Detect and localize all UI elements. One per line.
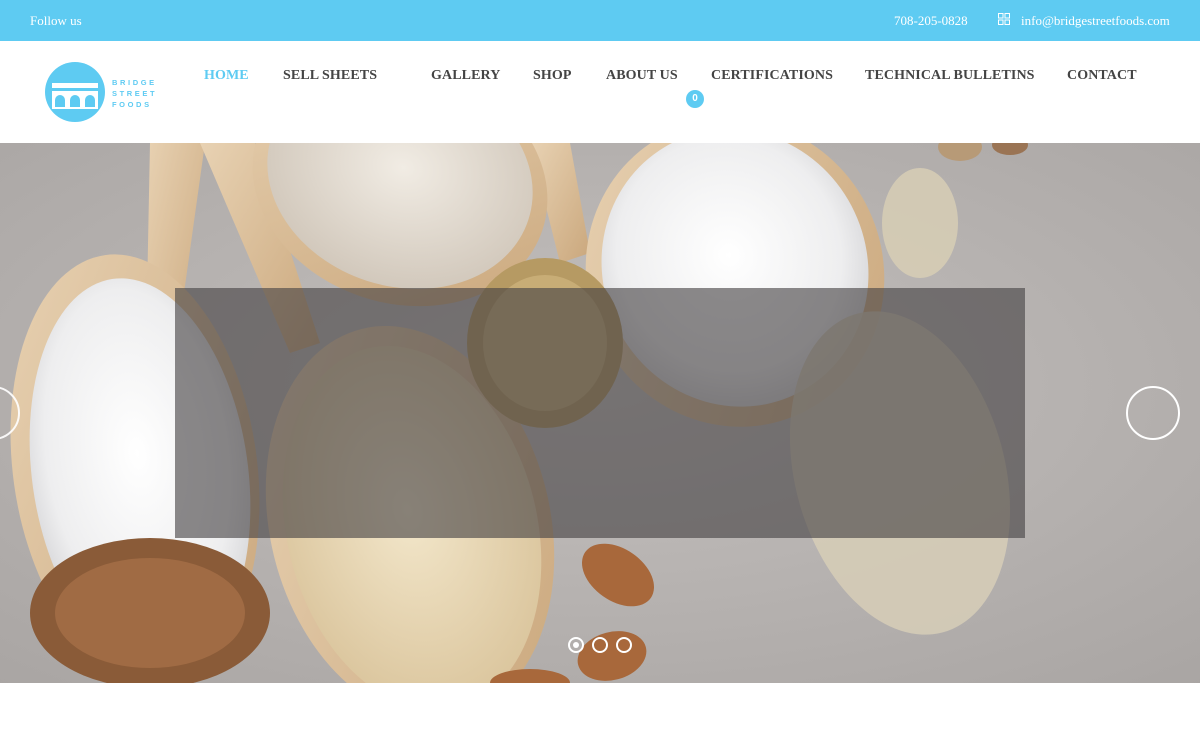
nav-technical-bulletins[interactable]: TECHNICAL BULLETINS — [865, 68, 1035, 84]
email-link[interactable]: info@bridgestreetfoods.com — [1021, 13, 1170, 29]
site-header: BRIDGE STREET FOODS HOME SELL SHEETS GAL… — [0, 41, 1200, 143]
slider-dot-1[interactable] — [568, 637, 584, 653]
next-arrow-circle-icon[interactable] — [1126, 386, 1180, 440]
slider-dot-2[interactable] — [592, 637, 608, 653]
cart-count-badge[interactable]: 0 — [686, 90, 704, 108]
nav-home[interactable]: HOME — [204, 68, 249, 84]
nav-sell-sheets[interactable]: SELL SHEETS — [283, 68, 377, 84]
logo-line-2: STREET — [112, 89, 158, 98]
mail-icon — [998, 13, 1010, 25]
slider-pagination — [568, 637, 638, 653]
site-logo[interactable]: BRIDGE STREET FOODS — [44, 61, 159, 123]
bridge-arches-logo-icon — [45, 62, 105, 122]
nav-contact[interactable]: CONTACT — [1067, 68, 1137, 84]
top-bar: Follow us 708-205-0828 info@bridgestreet… — [0, 0, 1200, 41]
nav-gallery[interactable]: GALLERY — [431, 68, 500, 84]
phone-number[interactable]: 708-205-0828 — [894, 13, 968, 29]
nav-shop[interactable]: SHOP — [533, 68, 572, 84]
nav-certifications[interactable]: CERTIFICATIONS — [711, 68, 833, 84]
nav-about-us[interactable]: ABOUT US — [606, 68, 678, 84]
hero-slider — [0, 143, 1200, 683]
hero-caption-overlay — [175, 288, 1025, 538]
follow-us-label: Follow us — [30, 13, 82, 28]
logo-line-3: FOODS — [112, 100, 152, 109]
logo-wordmark: BRIDGE STREET FOODS — [112, 77, 157, 110]
logo-line-1: BRIDGE — [112, 78, 157, 87]
slider-dot-3[interactable] — [616, 637, 632, 653]
